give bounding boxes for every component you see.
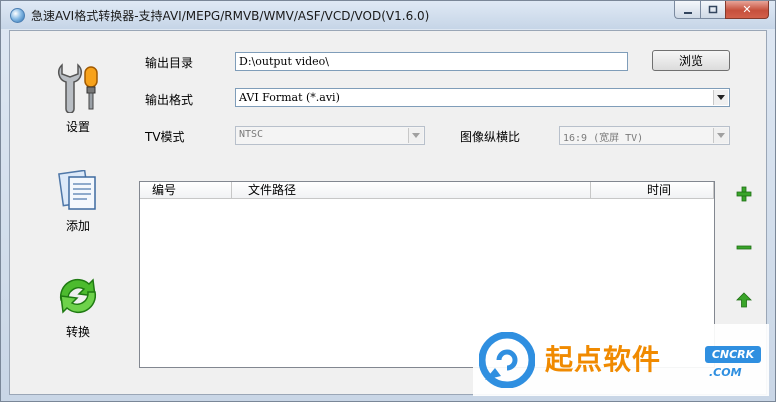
aspect-ratio-label: 图像纵横比: [460, 130, 521, 144]
maximize-icon: [708, 5, 718, 13]
add-files-button[interactable]: 添加: [43, 169, 113, 234]
add-label: 添加: [65, 219, 90, 233]
app-window: 急速AVI格式转换器-支持AVI/MEPG/RMVB/WMV/ASF/VCD/V…: [0, 0, 776, 402]
chevron-down-icon: [713, 128, 728, 143]
minimize-button[interactable]: [674, 1, 700, 19]
output-format-value: AVI Format (*.avi): [239, 91, 340, 104]
close-button[interactable]: ✕: [725, 1, 769, 19]
output-dir-input[interactable]: D:\output video\: [235, 52, 628, 71]
window-title: 急速AVI格式转换器-支持AVI/MEPG/RMVB/WMV/ASF/VCD/V…: [31, 9, 430, 23]
chevron-down-icon: [408, 128, 423, 143]
column-header-time[interactable]: 时间: [591, 182, 714, 198]
convert-button[interactable]: 转换: [43, 274, 113, 340]
browse-button[interactable]: 浏览: [652, 50, 730, 71]
convert-label: 转换: [65, 325, 90, 339]
settings-label: 设置: [65, 120, 90, 134]
output-format-label: 输出格式: [145, 93, 194, 107]
settings-wrench-icon: [58, 63, 98, 114]
watermark: 起点软件 CNCRK .COM: [473, 324, 769, 396]
tv-mode-label: TV模式: [145, 130, 185, 144]
settings-button[interactable]: 设置: [43, 61, 113, 135]
add-documents-icon: [58, 169, 96, 210]
tv-mode-select: NTSC: [235, 126, 425, 145]
tv-mode-value: NTSC: [239, 129, 264, 140]
app-icon[interactable]: [10, 8, 25, 23]
move-up-icon[interactable]: [736, 292, 752, 308]
column-header-path[interactable]: 文件路径: [232, 182, 591, 198]
watermark-domain: .COM: [709, 366, 742, 379]
column-header-number[interactable]: 编号: [140, 182, 232, 198]
watermark-badge: CNCRK: [705, 346, 761, 363]
convert-recycle-icon: [59, 278, 97, 314]
add-item-icon[interactable]: [736, 186, 752, 202]
title-bar[interactable]: 急速AVI格式转换器-支持AVI/MEPG/RMVB/WMV/ASF/VCD/V…: [1, 1, 775, 29]
aspect-ratio-select: 16:9 (宽屏 TV): [559, 126, 730, 145]
minimize-icon: [683, 11, 692, 14]
file-list-header: 编号 文件路径 时间: [140, 182, 714, 199]
window-controls: ✕: [674, 1, 769, 19]
output-format-select[interactable]: AVI Format (*.avi): [235, 88, 730, 107]
chevron-down-icon[interactable]: [713, 90, 728, 105]
maximize-button[interactable]: [700, 1, 725, 19]
watermark-logo-icon: [479, 332, 535, 388]
watermark-brand: 起点软件: [545, 343, 662, 376]
close-icon: ✕: [742, 3, 752, 16]
remove-item-icon[interactable]: [736, 239, 752, 255]
aspect-ratio-value: 16:9 (宽屏 TV): [563, 133, 644, 144]
output-dir-label: 输出目录: [145, 56, 194, 70]
